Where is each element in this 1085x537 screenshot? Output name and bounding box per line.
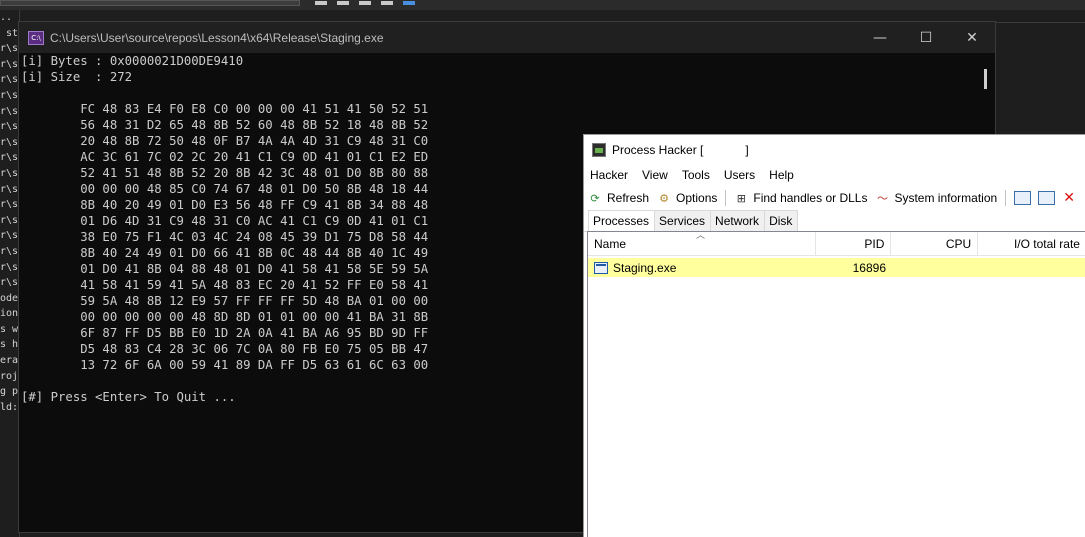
console-title: C:\Users\User\source\repos\Lesson4\x64\R… xyxy=(50,30,384,45)
toolbar-icon[interactable] xyxy=(403,1,415,5)
toolbar: ⟳ Refresh ⚙ Options ⊞ Find handles or DL… xyxy=(584,186,1085,210)
window-controls: — ☐ ✕ xyxy=(857,22,995,53)
chart-icon: 〜 xyxy=(876,192,888,205)
refresh-label: Refresh xyxy=(607,191,650,205)
ide-config-dropdown[interactable] xyxy=(0,0,300,6)
output-line: ld: xyxy=(0,401,19,413)
output-line: era xyxy=(0,355,19,367)
output-line: ode xyxy=(0,292,19,304)
output-line: st xyxy=(0,27,19,39)
window-icon[interactable] xyxy=(1014,191,1032,205)
menu-users[interactable]: Users xyxy=(724,168,755,182)
toolbar-separator xyxy=(725,190,727,206)
hex-line: FC 48 83 E4 F0 E8 C0 00 00 00 41 51 41 5… xyxy=(21,102,429,116)
toolbar-icon[interactable] xyxy=(337,1,349,5)
process-icon xyxy=(594,261,608,274)
tab-disk[interactable]: Disk xyxy=(764,210,799,231)
process-hacker-title: Process Hacker [] xyxy=(612,142,749,157)
output-line: r\s xyxy=(0,230,19,242)
find-handles-label: Find handles or DLLs xyxy=(753,191,868,205)
process-list[interactable]: Name PID CPU I/O total rate ︿ Staging.ex… xyxy=(587,231,1085,537)
toolbar-separator xyxy=(1005,190,1007,206)
tab-network[interactable]: Network xyxy=(710,210,766,231)
output-line: r\s xyxy=(0,277,19,289)
bytes-line: [i] Bytes : 0x0000021D00DE9410 xyxy=(21,54,244,68)
process-hacker-titlebar[interactable]: Process Hacker [] xyxy=(584,135,1085,164)
options-button[interactable]: ⚙ Options xyxy=(657,191,717,205)
toolbar-icon[interactable] xyxy=(315,1,327,5)
menu-hacker[interactable]: Hacker xyxy=(590,168,628,182)
output-line: r\s xyxy=(0,105,19,117)
ide-output-pane: .. st r\s r\s r\s r\s r\s r\s r\s r\s r\s r\s r\s r\… xyxy=(0,10,20,537)
output-line: r\s xyxy=(0,89,19,101)
options-label: Options xyxy=(676,191,718,205)
refresh-icon: ⟳ xyxy=(590,191,600,205)
output-line: s h xyxy=(0,339,19,351)
minimize-button[interactable]: — xyxy=(857,22,903,53)
output-line: .. xyxy=(0,12,13,23)
tab-processes[interactable]: Processes xyxy=(588,210,656,232)
menu-bar: Hacker View Tools Users Help xyxy=(584,164,1085,186)
output-line: g p xyxy=(0,386,19,398)
console-app-icon: C:\ xyxy=(28,30,44,45)
console-titlebar[interactable]: C:\ C:\Users\User\source\repos\Lesson4\x… xyxy=(19,22,995,53)
output-line: r\s xyxy=(0,183,19,195)
sort-arrow-icon: ︿ xyxy=(696,231,706,241)
console-scrollbar-thumb[interactable] xyxy=(984,69,987,89)
table-row[interactable]: Staging.exe 16896 xyxy=(588,258,1085,277)
ide-toolbar xyxy=(0,0,1085,10)
find-handles-button[interactable]: ⊞ Find handles or DLLs xyxy=(734,191,868,205)
process-name-cell: Staging.exe xyxy=(588,258,816,277)
list-header: Name PID CPU I/O total rate ︿ xyxy=(588,231,1085,256)
output-line: r\s xyxy=(0,214,19,226)
system-information-label: System information xyxy=(894,191,998,205)
close-icon[interactable]: ✕ xyxy=(1062,190,1076,206)
size-line: [i] Size : 272 xyxy=(21,70,133,84)
toolbar-icon[interactable] xyxy=(381,1,393,5)
output-line: r\s xyxy=(0,167,19,179)
window-go-icon[interactable] xyxy=(1038,191,1056,205)
refresh-button[interactable]: ⟳ Refresh xyxy=(588,191,649,205)
process-name: Staging.exe xyxy=(613,260,677,275)
process-hacker-app-icon xyxy=(592,142,606,157)
output-line: r\s xyxy=(0,136,19,148)
output-line: ion xyxy=(0,308,19,320)
tab-bar: Processes Services Network Disk xyxy=(584,210,1085,232)
output-line: r\s xyxy=(0,121,19,133)
output-line: r\s xyxy=(0,199,19,211)
output-line: s w xyxy=(0,323,19,335)
menu-help[interactable]: Help xyxy=(769,168,794,182)
hex-line: 56 48 31 D2 65 48 8B 52 60 48 8B 52 18 4… xyxy=(21,118,429,132)
process-hacker-window[interactable]: Process Hacker [] Hacker View Tools User… xyxy=(583,134,1085,537)
output-line: r\s xyxy=(0,43,19,55)
output-line: r\s xyxy=(0,261,19,273)
output-line: roj xyxy=(0,370,19,382)
ide-right-pane xyxy=(996,10,1085,135)
column-header-cpu[interactable]: CPU xyxy=(891,232,979,256)
maximize-button[interactable]: ☐ xyxy=(903,22,949,53)
process-pid: 16896 xyxy=(852,260,886,275)
column-header-io-total-rate[interactable]: I/O total rate xyxy=(978,232,1085,256)
close-button[interactable]: ✕ xyxy=(949,22,995,53)
output-line: r\s xyxy=(0,152,19,164)
output-line: r\s xyxy=(0,245,19,257)
binoculars-icon: ⊞ xyxy=(736,191,746,205)
output-line: r\s xyxy=(0,58,19,70)
system-information-button[interactable]: 〜 System information xyxy=(875,191,997,205)
menu-view[interactable]: View xyxy=(642,168,668,182)
toolbar-icon[interactable] xyxy=(359,1,371,5)
gear-icon: ⚙ xyxy=(659,191,669,205)
menu-tools[interactable]: Tools xyxy=(682,168,710,182)
output-line: r\s xyxy=(0,74,19,86)
ide-toolbar-icons xyxy=(315,0,415,8)
column-header-pid[interactable]: PID xyxy=(816,232,892,256)
